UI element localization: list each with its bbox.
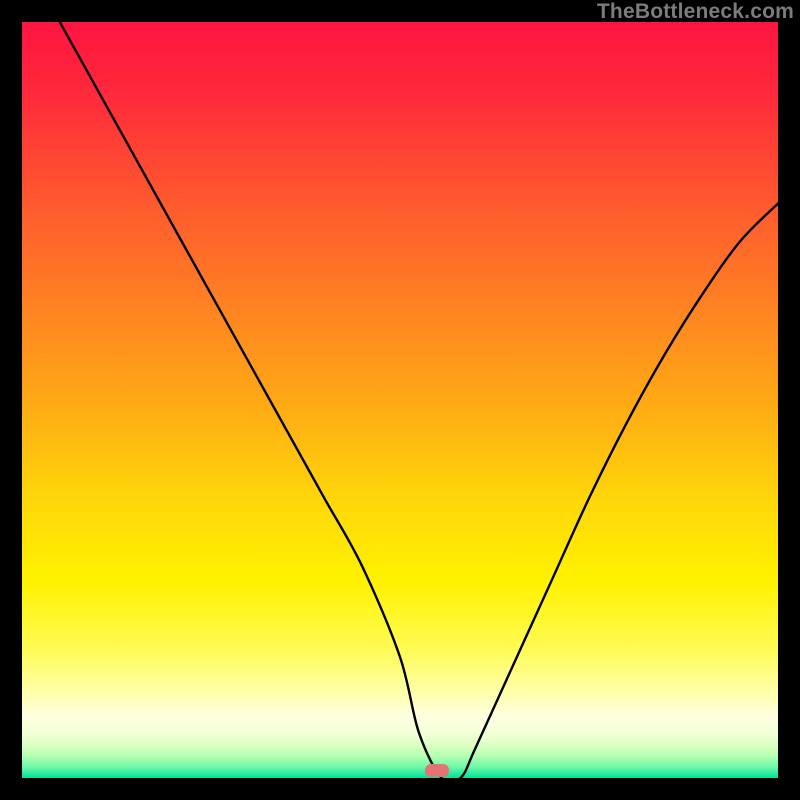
chart-plot bbox=[22, 22, 778, 778]
watermark-text: TheBottleneck.com bbox=[597, 0, 794, 24]
chart-frame bbox=[22, 22, 778, 778]
optimal-marker bbox=[425, 764, 449, 777]
chart-background bbox=[22, 22, 778, 778]
